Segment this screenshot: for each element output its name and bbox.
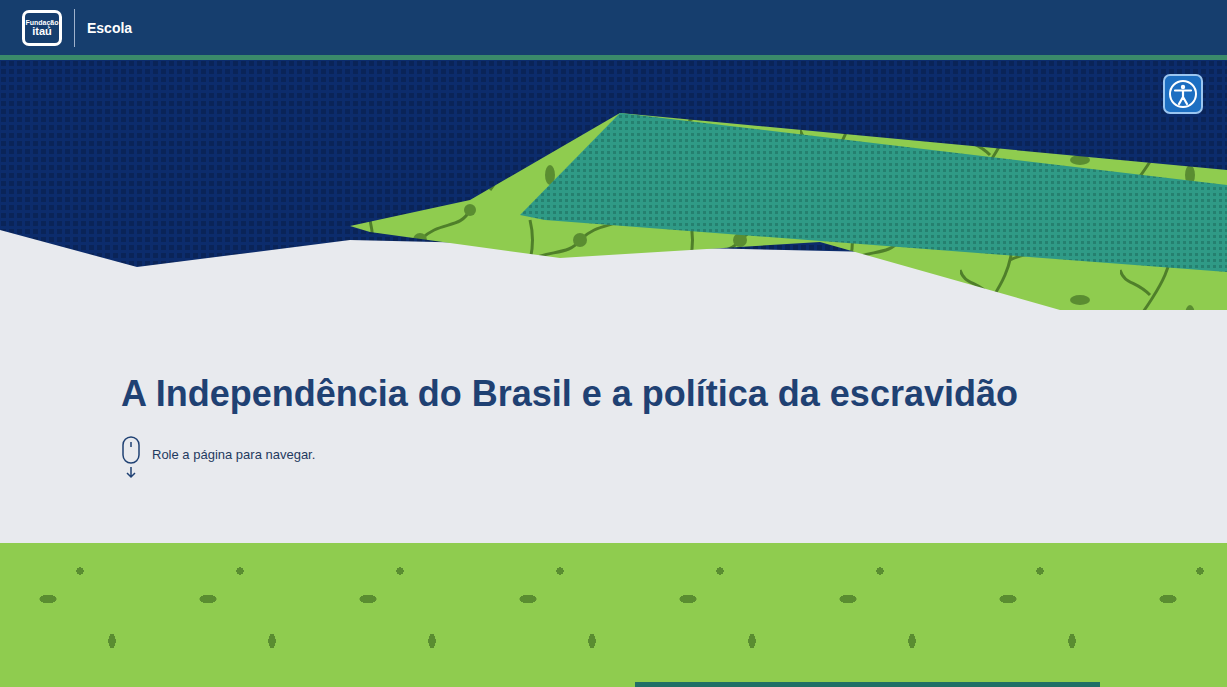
page: Fundaçãoitaú Escola A Independência do Bra… [0, 0, 1227, 687]
page-title: A Independência do Brasil e a política d… [121, 372, 1227, 416]
section-label[interactable]: Escola [87, 20, 132, 36]
accessibility-icon [1168, 79, 1198, 109]
floral-band [0, 543, 1227, 687]
hero: A Independência do Brasil e a política d… [0, 60, 1227, 543]
logo-top-text: Fundação [25, 19, 58, 26]
top-bar: Fundaçãoitaú Escola [0, 0, 1227, 55]
accent-line [0, 55, 1227, 60]
accessibility-button[interactable] [1163, 74, 1203, 114]
hero-background [0, 60, 1227, 543]
mouse-scroll-icon [121, 436, 141, 480]
logo-bottom-text: itaú [32, 26, 52, 37]
fundacao-itau-logo[interactable]: Fundaçãoitaú [22, 10, 62, 46]
scroll-hint-text: Role a página para navegar. [152, 447, 315, 462]
brand-divider [74, 9, 75, 47]
hero-content: A Independência do Brasil e a política d… [0, 60, 1227, 480]
teal-strip [635, 682, 1100, 687]
scroll-hint: Role a página para navegar. [121, 436, 1227, 480]
brand[interactable]: Fundaçãoitaú Escola [22, 9, 132, 47]
